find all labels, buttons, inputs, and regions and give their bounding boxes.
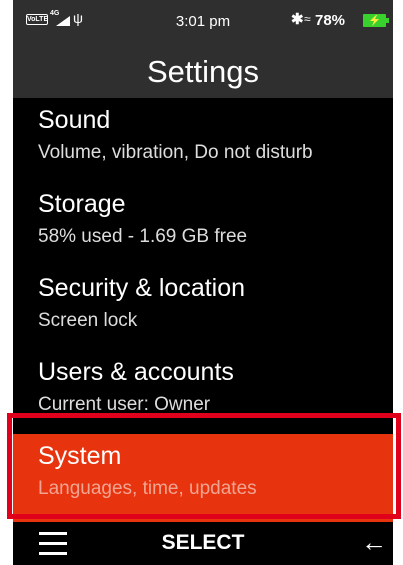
softkey-bar: SELECT ←: [13, 522, 393, 565]
status-bar: VoLTE 4G ψ 3:01 pm ✱ ≈ 78%: [13, 0, 393, 45]
back-arrow-icon[interactable]: ←: [361, 527, 387, 557]
page-title: Settings: [13, 45, 393, 98]
settings-item-security-location[interactable]: Security & location Screen lock: [13, 266, 393, 350]
selection-highlight-box: [7, 413, 401, 519]
item-subtitle: Volume, vibration, Do not disturb: [38, 142, 313, 163]
item-title: Users & accounts: [38, 358, 234, 386]
battery-charging-icon: [363, 14, 389, 27]
settings-item-storage[interactable]: Storage 58% used - 1.69 GB free: [13, 182, 393, 266]
bluetooth-icon: ✱: [291, 11, 304, 28]
settings-item-sound[interactable]: Sound Volume, vibration, Do not disturb: [13, 98, 393, 182]
wifi-icon: ≈: [304, 12, 311, 26]
item-subtitle: Screen lock: [38, 310, 138, 331]
item-subtitle: 58% used - 1.69 GB free: [38, 226, 248, 247]
item-title: Security & location: [38, 274, 246, 302]
battery-percent: 78%: [315, 12, 346, 29]
item-title: Sound: [38, 106, 111, 134]
item-title: Storage: [38, 190, 126, 218]
select-softkey[interactable]: SELECT: [13, 531, 393, 555]
